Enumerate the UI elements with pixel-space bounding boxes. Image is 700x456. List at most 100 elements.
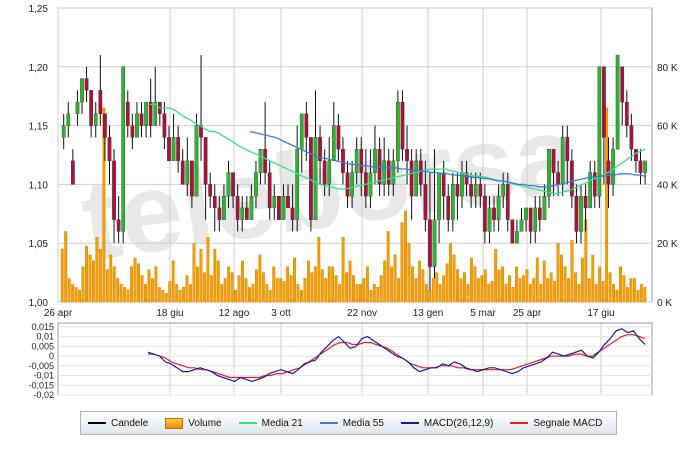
candle-body xyxy=(61,125,66,138)
volume-bar xyxy=(463,272,466,303)
volume-bar xyxy=(244,278,248,303)
volume-tick-label: 40 K xyxy=(657,180,678,191)
volume-bar xyxy=(341,237,345,303)
candle-body xyxy=(295,148,300,220)
candle-body xyxy=(533,207,538,232)
candle-body xyxy=(629,125,634,150)
volume-bar xyxy=(359,284,362,303)
volume-bar xyxy=(490,281,494,303)
volume-tick-label: 0 K xyxy=(657,298,672,309)
volume-bar xyxy=(622,275,626,303)
volume-bar xyxy=(60,248,64,303)
legend-item-macd[interactable]: MACD(26,12,9) xyxy=(400,418,493,429)
candle-body xyxy=(162,113,167,138)
media-55-swatch xyxy=(319,422,338,424)
volume-bar xyxy=(192,242,196,303)
candle-body xyxy=(565,137,570,162)
candle-body xyxy=(290,207,295,220)
volume-bar xyxy=(164,292,168,303)
legend-item-media-55[interactable]: Media 55 xyxy=(319,418,384,429)
volume-bar xyxy=(154,266,158,303)
volume-bar xyxy=(400,222,404,303)
candle-body xyxy=(240,207,245,220)
macd-swatch xyxy=(400,422,419,424)
macd-tick-label: 0,015 xyxy=(31,322,54,332)
volume-bar xyxy=(639,284,643,303)
volume-bar xyxy=(112,266,116,303)
volume-tick-label: 80 K xyxy=(657,63,678,74)
legend-item-candele[interactable]: Candele xyxy=(88,418,148,429)
volume-bar xyxy=(161,290,165,303)
macd-tick-label: -0,015 xyxy=(28,380,54,390)
candle-body xyxy=(437,172,441,220)
volume-bar xyxy=(334,275,338,303)
volume-bar xyxy=(130,266,134,303)
volume-bar xyxy=(608,272,612,303)
candle-body xyxy=(272,196,277,209)
candle-body xyxy=(322,160,327,185)
candle-body xyxy=(125,101,130,126)
candle-body xyxy=(249,196,254,220)
candle-body xyxy=(359,148,364,173)
price-tick-label: 1,25 xyxy=(29,4,49,15)
candle-body xyxy=(331,125,336,162)
volume-bar xyxy=(303,278,307,303)
volume-bar xyxy=(168,281,172,303)
candle-body xyxy=(524,207,528,220)
volume-bar xyxy=(223,278,227,303)
volume-bar xyxy=(549,272,553,303)
candle-body xyxy=(634,148,638,162)
volume-bar xyxy=(355,284,359,303)
candle-body xyxy=(75,101,80,114)
volume-bar xyxy=(147,269,151,303)
volume-bar xyxy=(365,266,369,303)
candle-body xyxy=(428,219,432,267)
candle-body xyxy=(473,184,478,197)
candle-body xyxy=(483,196,487,232)
legend-item-media-21[interactable]: Media 21 xyxy=(238,418,303,429)
macd-tick-label: -0,02 xyxy=(33,390,54,400)
volume-bar xyxy=(577,284,581,303)
volume-bar xyxy=(189,284,192,303)
volume-bar xyxy=(629,278,633,303)
candle-body xyxy=(299,113,304,150)
volume-bar xyxy=(435,272,439,303)
volume-bar xyxy=(119,284,123,303)
volume-bar xyxy=(171,260,175,303)
volume-bar xyxy=(133,257,137,303)
macd-tick-label: 0,01 xyxy=(36,332,54,342)
volume-bar xyxy=(362,278,366,303)
volume-bar xyxy=(272,266,276,303)
volume-bar xyxy=(331,266,335,303)
candle-body xyxy=(496,196,501,220)
volume-bar xyxy=(504,284,508,303)
volume-bar xyxy=(220,284,224,303)
legend-item-volume[interactable]: Volume xyxy=(165,417,222,429)
candle-body xyxy=(277,196,281,220)
candle-body xyxy=(208,184,213,197)
volume-bar xyxy=(140,275,144,303)
volume-bar xyxy=(185,275,189,303)
volume-bar xyxy=(175,284,179,303)
macd-frame xyxy=(57,322,653,396)
candle-body xyxy=(643,160,647,173)
volume-bar xyxy=(81,266,85,303)
volume-bar xyxy=(237,275,241,303)
volume-bar xyxy=(417,260,421,303)
candle-body xyxy=(386,160,391,185)
volume-bar xyxy=(310,272,314,303)
macd-tick-label: -0,01 xyxy=(33,371,54,381)
volume-bar xyxy=(619,266,622,303)
candle-body xyxy=(418,160,423,185)
price-tick-label: 1,15 xyxy=(29,122,49,133)
macd-tick-label: 0,005 xyxy=(31,341,54,351)
candle-body xyxy=(281,196,286,220)
volume-bar xyxy=(466,284,470,303)
volume-tick-label: 60 K xyxy=(657,122,678,133)
date-tick-label: 26 apr xyxy=(44,308,73,319)
volume-bar xyxy=(352,275,355,303)
candle-body xyxy=(391,160,396,185)
legend-item-segnale-macd[interactable]: Segnale MACD xyxy=(510,418,602,429)
volume-bar xyxy=(518,278,522,303)
volume-bar xyxy=(279,278,283,303)
